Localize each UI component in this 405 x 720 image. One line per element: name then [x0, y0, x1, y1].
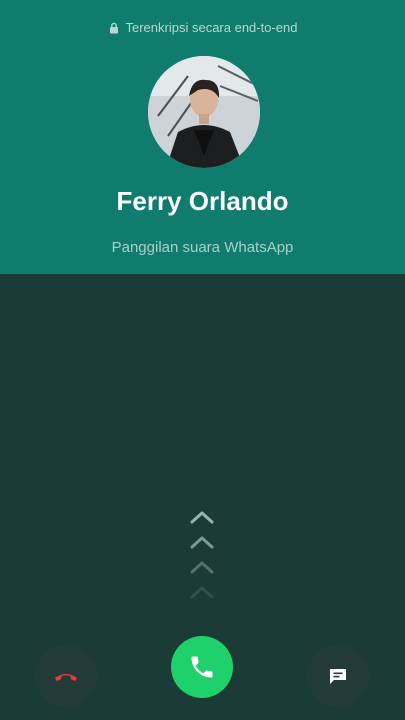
swipe-up-chevron-icon — [190, 511, 214, 524]
encryption-text: Terenkripsi secara end-to-end — [125, 20, 298, 35]
avatar — [148, 56, 260, 168]
call-type-label: Panggilan suara WhatsApp — [111, 239, 294, 256]
lock-icon — [109, 22, 118, 33]
swipe-up-chevron-icon — [190, 536, 214, 549]
answer-call-icon — [191, 656, 213, 678]
decline-call-icon — [55, 674, 77, 681]
caller-name: Ferry Orlando — [116, 186, 289, 216]
message-reply-button[interactable] — [307, 645, 369, 707]
call-header: Terenkripsi secara end-to-end Ferry Orla… — [0, 0, 405, 274]
swipe-up-chevron-icon — [190, 586, 214, 599]
decline-call-button[interactable] — [35, 645, 97, 707]
avatar-image — [148, 56, 260, 168]
swipe-up-chevron-icon — [190, 561, 214, 574]
encryption-notice: Terenkripsi secara end-to-end — [0, 20, 405, 35]
answer-call-button[interactable] — [171, 636, 233, 698]
message-icon — [330, 669, 346, 684]
